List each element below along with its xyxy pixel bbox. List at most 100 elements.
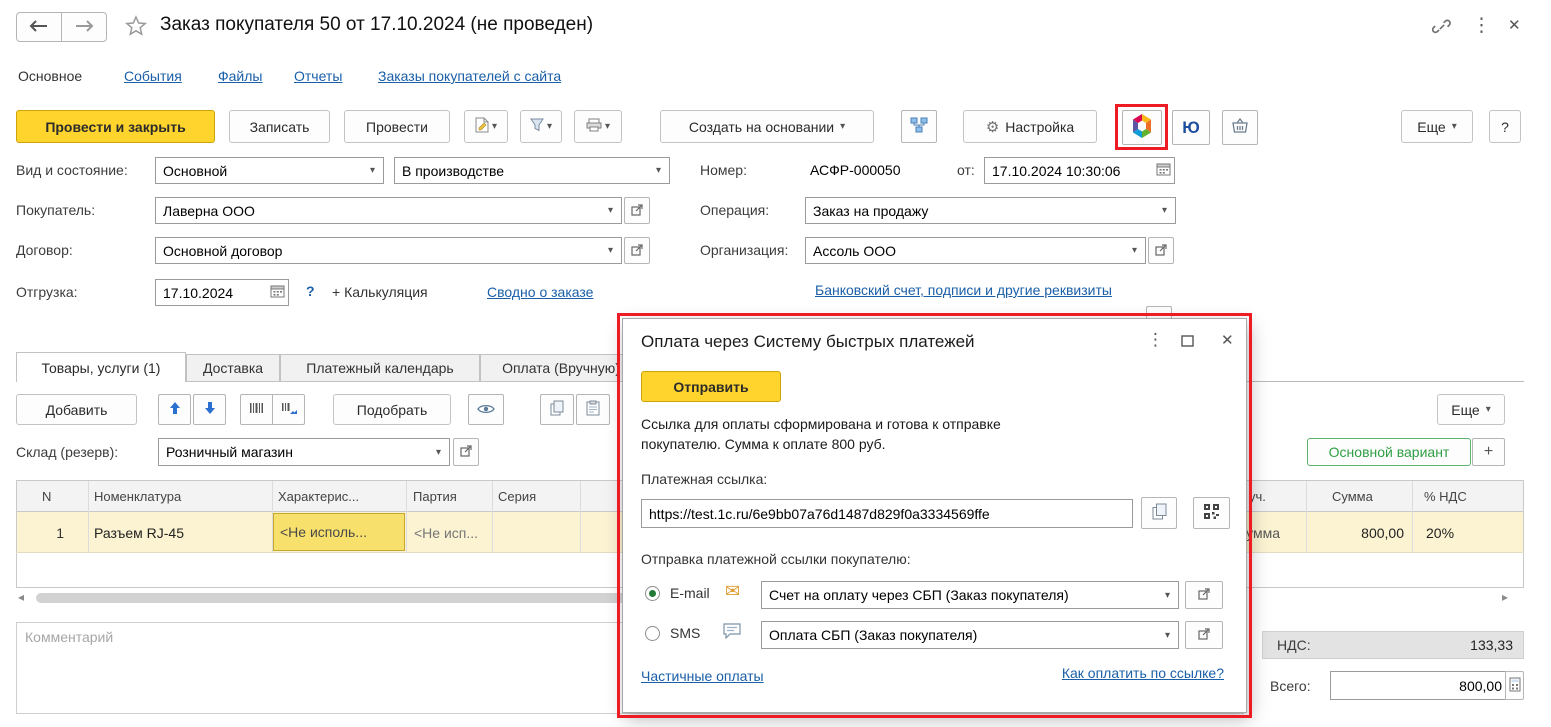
dropdown-arrow-icon[interactable]: ▾ — [1160, 590, 1175, 601]
help-button[interactable]: ? — [1489, 110, 1521, 143]
contract-input[interactable]: Основной договор ▾ — [155, 237, 622, 264]
sbp-payment-button[interactable] — [1122, 110, 1162, 145]
basket-lock-button[interactable] — [1222, 110, 1258, 145]
dropdown-arrow-icon[interactable]: ▾ — [603, 245, 618, 256]
dropdown-arrow-icon[interactable]: ▾ — [651, 165, 666, 176]
tab-payment-calendar[interactable]: Платежный календарь — [280, 354, 480, 382]
calculator-button[interactable] — [1505, 671, 1524, 700]
shipment-date-input[interactable]: 17.10.2024 — [155, 279, 289, 306]
dropdown-arrow-icon[interactable]: ▾ — [603, 205, 618, 216]
buyer-input[interactable]: Лаверна ООО ▾ — [155, 197, 622, 224]
settings-button[interactable]: ⚙ Настройка — [963, 110, 1097, 143]
window-menu-kebab-icon[interactable]: ⋮ — [1472, 14, 1491, 37]
grid-more-button[interactable]: Еще ▾ — [1437, 394, 1505, 425]
email-option-label[interactable]: E-mail — [670, 585, 710, 601]
filter-split-button[interactable]: ▾ — [520, 110, 562, 143]
sms-template-open-button[interactable] — [1185, 621, 1223, 649]
tab-payment[interactable]: Оплата (Вручную) — [480, 354, 642, 382]
dropdown-arrow-icon[interactable]: ▾ — [1127, 245, 1142, 256]
how-to-pay-link[interactable]: Как оплатить по ссылке? — [1062, 665, 1224, 681]
document-structure-button[interactable] — [901, 110, 937, 143]
col-header-characteristic[interactable]: Характерис... — [278, 489, 359, 504]
create-based-on-button[interactable]: Создать на основании ▾ — [660, 110, 874, 143]
copy-document-split-button[interactable]: ▾ — [464, 110, 508, 143]
add-row-button[interactable]: Добавить — [16, 394, 137, 425]
dropdown-arrow-icon[interactable]: ▾ — [431, 447, 446, 458]
nav-item-reports[interactable]: Отчеты — [294, 68, 342, 84]
window-close-icon[interactable]: ✕ — [1508, 16, 1521, 34]
warehouse-input[interactable]: Розничный магазин ▾ — [158, 438, 450, 466]
pick-items-button[interactable]: Подобрать — [333, 394, 451, 425]
barcode-scan-button[interactable] — [240, 394, 273, 425]
row-cell-vat[interactable]: 20% — [1426, 525, 1454, 541]
calculation-action[interactable]: + Калькуляция — [332, 284, 428, 300]
col-header-item[interactable]: Номенклатура — [94, 489, 181, 504]
post-button[interactable]: Провести — [344, 110, 450, 143]
nav-item-site-orders[interactable]: Заказы покупателей с сайта — [378, 68, 561, 84]
sms-option-label[interactable]: SMS — [670, 625, 700, 641]
copy-link-button[interactable] — [1141, 497, 1177, 529]
scroll-left-icon[interactable]: ◂ — [18, 590, 24, 604]
tab-delivery[interactable]: Доставка — [186, 354, 280, 382]
email-template-open-button[interactable] — [1185, 581, 1223, 609]
number-value[interactable]: АСФР-000050 — [810, 162, 901, 178]
qr-code-button[interactable] — [1193, 497, 1230, 529]
total-input[interactable]: 800,00 — [1330, 671, 1506, 700]
shipment-help-link[interactable]: ? — [306, 283, 315, 299]
payment-link-input[interactable]: https://test.1c.ru/6e9bb07a76d1487d829f0… — [641, 499, 1133, 528]
operation-select[interactable]: Заказ на продажу ▾ — [805, 197, 1176, 224]
contract-open-button[interactable] — [624, 237, 650, 264]
write-button[interactable]: Записать — [229, 110, 330, 143]
calendar-icon[interactable] — [1156, 162, 1171, 179]
yookassa-button[interactable]: Ю — [1172, 110, 1210, 145]
back-button[interactable] — [16, 12, 62, 42]
favorite-star-icon[interactable] — [124, 14, 148, 41]
tab-goods-services[interactable]: Товары, услуги (1) — [16, 352, 186, 382]
paste-rows-button[interactable] — [576, 394, 610, 425]
col-header-n[interactable]: N — [42, 489, 51, 504]
nav-item-events[interactable]: События — [124, 68, 182, 84]
col-header-partial[interactable]: уч. — [1249, 489, 1266, 504]
move-row-up-button[interactable] — [158, 394, 191, 425]
price-variant-button[interactable]: Основной вариант — [1307, 438, 1471, 466]
show-hide-button[interactable] — [468, 394, 504, 425]
dropdown-arrow-icon[interactable]: ▾ — [365, 165, 380, 176]
warehouse-open-button[interactable] — [453, 438, 479, 466]
nav-item-main[interactable]: Основное — [18, 68, 82, 84]
row-cell-n[interactable]: 1 — [16, 525, 64, 541]
print-split-button[interactable]: ▾ — [574, 110, 622, 143]
col-header-vat[interactable]: % НДС — [1424, 489, 1467, 504]
email-radio[interactable] — [645, 586, 660, 601]
calendar-icon[interactable] — [270, 284, 285, 301]
col-header-batch[interactable]: Партия — [413, 489, 457, 504]
state-select[interactable]: В производстве ▾ — [394, 157, 670, 184]
row-cell-sum[interactable]: 800,00 — [1306, 525, 1404, 541]
dialog-menu-kebab-icon[interactable]: ⋮ — [1147, 330, 1164, 350]
send-button[interactable]: Отправить — [641, 371, 781, 402]
col-header-series[interactable]: Серия — [498, 489, 536, 504]
email-template-input[interactable]: Счет на оплату через СБП (Заказ покупате… — [761, 581, 1179, 609]
kind-select[interactable]: Основной ▾ — [155, 157, 384, 184]
post-and-close-button[interactable]: Провести и закрыть — [16, 110, 215, 143]
date-input[interactable]: 17.10.2024 10:30:06 — [984, 157, 1175, 184]
row-cell-item[interactable]: Разъем RJ-45 — [94, 525, 184, 541]
nav-item-files[interactable]: Файлы — [218, 68, 262, 84]
toolbar-more-button[interactable]: Еще ▾ — [1401, 110, 1473, 143]
row-cell-characteristic-selected[interactable]: <Не исполь... — [273, 513, 405, 551]
dropdown-arrow-icon[interactable]: ▾ — [1157, 205, 1172, 216]
organization-input[interactable]: Ассоль ООО ▾ — [805, 237, 1146, 264]
buyer-open-button[interactable] — [624, 197, 650, 224]
organization-open-button[interactable] — [1148, 237, 1174, 264]
forward-button[interactable] — [61, 12, 107, 42]
scroll-right-icon[interactable]: ▸ — [1502, 590, 1508, 604]
copy-rows-button[interactable] — [540, 394, 574, 425]
dialog-close-icon[interactable]: ✕ — [1221, 331, 1234, 349]
bank-details-link[interactable]: Банковский счет, подписи и другие реквиз… — [815, 282, 1112, 298]
sms-radio[interactable] — [645, 626, 660, 641]
move-row-down-button[interactable] — [193, 394, 226, 425]
row-cell-batch[interactable]: <Не исп... — [414, 525, 478, 541]
partial-payments-link[interactable]: Частичные оплаты — [641, 668, 764, 684]
sms-template-input[interactable]: Оплата СБП (Заказ покупателя) ▾ — [761, 621, 1179, 649]
dialog-maximize-icon[interactable] — [1181, 334, 1194, 350]
dropdown-arrow-icon[interactable]: ▾ — [1160, 630, 1175, 641]
